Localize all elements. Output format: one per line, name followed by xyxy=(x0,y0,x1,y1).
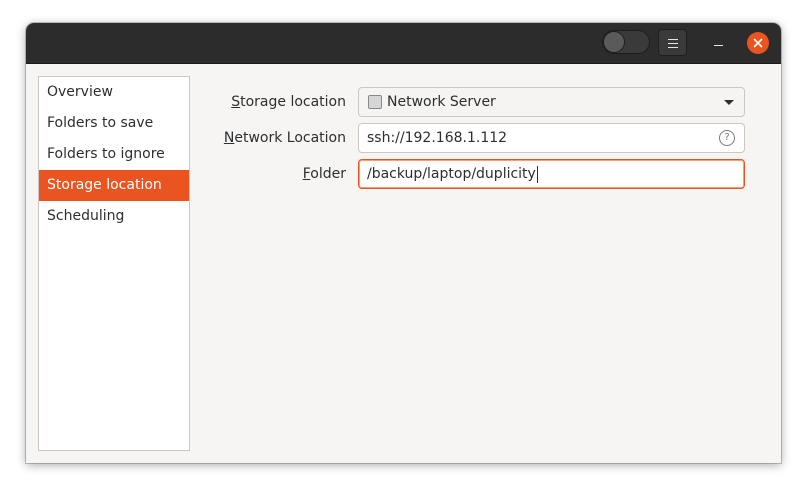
sidebar-item-scheduling[interactable]: Scheduling xyxy=(39,201,189,232)
storage-location-value: Network Server xyxy=(387,94,496,110)
close-button[interactable] xyxy=(747,32,769,54)
hamburger-icon-bar xyxy=(668,43,678,44)
label-text: torage location xyxy=(240,94,346,110)
network-location-value: ssh://192.168.1.112 xyxy=(367,130,508,146)
mnemonic-letter: N xyxy=(223,130,235,146)
folder-value: /backup/laptop/duplicity xyxy=(367,166,536,182)
storage-location-dropdown[interactable]: Network Server xyxy=(358,87,745,117)
sidebar: Overview Folders to save Folders to igno… xyxy=(38,76,190,451)
header-bar xyxy=(26,23,781,64)
network-location-input[interactable]: ssh://192.168.1.112 ? xyxy=(358,123,745,153)
sidebar-item-folders-to-ignore[interactable]: Folders to ignore xyxy=(39,139,189,170)
menu-button[interactable] xyxy=(658,29,687,56)
storage-location-label: Storage location xyxy=(231,87,346,117)
mnemonic-letter: S xyxy=(231,94,241,110)
minimize-icon xyxy=(714,45,723,46)
text-caret xyxy=(536,165,538,183)
help-icon[interactable]: ? xyxy=(719,130,735,146)
folder-value-wrap: /backup/laptop/duplicity xyxy=(367,160,538,188)
hamburger-icon-bar xyxy=(668,47,678,48)
sidebar-item-folders-to-save[interactable]: Folders to save xyxy=(39,108,189,139)
close-icon xyxy=(753,38,763,48)
app-window: Overview Folders to save Folders to igno… xyxy=(26,23,781,463)
folder-input[interactable]: /backup/laptop/duplicity xyxy=(358,159,745,189)
network-location-label: Network Location xyxy=(224,123,346,153)
minimize-button[interactable] xyxy=(708,32,730,54)
sidebar-item-overview[interactable]: Overview xyxy=(39,77,189,108)
toggle-knob[interactable] xyxy=(603,31,625,53)
hamburger-icon xyxy=(668,39,678,40)
folder-label: Folder xyxy=(303,159,346,189)
label-text: older xyxy=(310,166,346,182)
drive-icon xyxy=(368,95,382,109)
sidebar-item-storage-location[interactable]: Storage location xyxy=(39,170,189,201)
toggle-switch[interactable] xyxy=(602,30,650,54)
dropdown-arrow-icon xyxy=(724,100,734,105)
label-text: etwork Location xyxy=(234,130,346,146)
